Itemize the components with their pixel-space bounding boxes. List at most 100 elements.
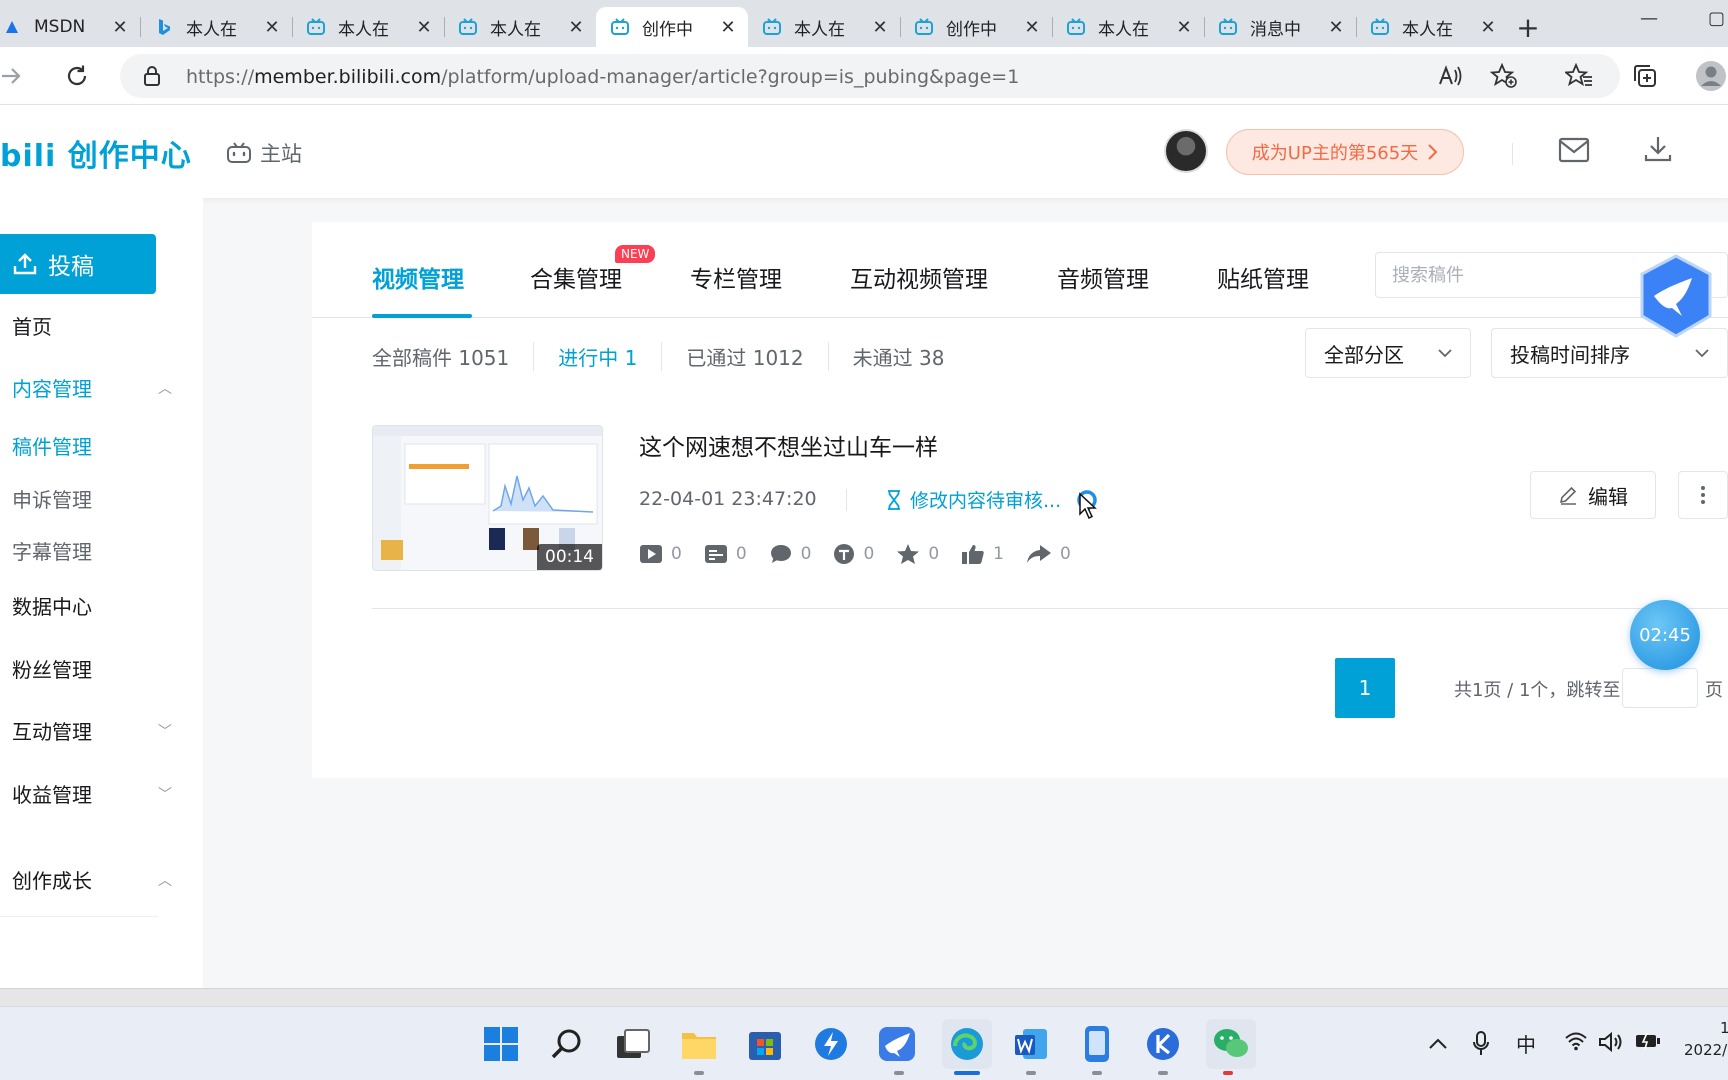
video-thumbnail[interactable]: 00:14 xyxy=(372,425,603,571)
review-status[interactable]: 修改内容待审核... xyxy=(886,486,1099,520)
browser-tab-active[interactable]: 创作中 ✕ xyxy=(596,7,748,47)
read-aloud-icon[interactable] xyxy=(1438,64,1464,88)
main-site-link[interactable]: 主站 xyxy=(226,138,302,168)
lock-icon[interactable] xyxy=(142,65,162,87)
edit-button[interactable]: 编辑 xyxy=(1530,471,1656,519)
sidebar-item-interaction[interactable]: 互动管理 ﹀ xyxy=(12,716,172,745)
video-title[interactable]: 这个网速想不想坐过山车一样 xyxy=(639,428,938,462)
volume-icon[interactable] xyxy=(1598,1031,1624,1058)
upload-button[interactable]: 投稿 xyxy=(0,234,156,294)
k-app-icon[interactable] xyxy=(1142,1023,1184,1065)
bilibili-tv-icon xyxy=(1067,18,1085,35)
maximize-icon[interactable]: ▢ xyxy=(1708,8,1725,29)
pagination-info: 共1页 / 1个，跳转至 xyxy=(1454,680,1621,701)
floating-bird-widget-icon[interactable] xyxy=(1636,254,1716,338)
zone-select[interactable]: 全部分区 xyxy=(1305,328,1471,378)
creator-center-logo[interactable]: bili 创作中心 xyxy=(0,131,192,175)
close-tab-icon[interactable]: ✕ xyxy=(414,17,434,38)
microphone-icon[interactable] xyxy=(1472,1031,1490,1062)
sidebar-item-appeals[interactable]: 申诉管理 xyxy=(12,484,172,513)
wifi-icon[interactable] xyxy=(1564,1031,1588,1056)
sidebar-item-fans[interactable]: 粉丝管理 xyxy=(12,654,172,683)
feishu-bird-icon[interactable] xyxy=(876,1023,918,1065)
browser-tab[interactable]: MSDN ✕ xyxy=(0,7,140,47)
profile-icon[interactable] xyxy=(1694,59,1728,93)
tab-collection-management[interactable]: 合集管理 xyxy=(530,260,622,294)
avatar[interactable] xyxy=(1164,129,1208,173)
reload-icon[interactable] xyxy=(60,59,94,93)
browser-tab[interactable]: 本人在 ✕ xyxy=(140,7,292,47)
tab-video-management[interactable]: 视频管理 xyxy=(372,260,464,294)
wechat-icon[interactable] xyxy=(1206,1019,1256,1069)
system-clock[interactable]: 18 2022/ xyxy=(1684,1017,1728,1061)
sidebar-item-manuscripts[interactable]: 稿件管理 xyxy=(12,431,172,460)
sidebar-item-content-management[interactable]: 内容管理 ︿ xyxy=(12,373,172,402)
bilibili-tv-icon xyxy=(763,18,781,35)
close-tab-icon[interactable]: ✕ xyxy=(1326,17,1346,38)
lightning-app-icon[interactable] xyxy=(810,1023,852,1065)
close-tab-icon[interactable]: ✕ xyxy=(870,17,890,38)
horizontal-scrollbar[interactable] xyxy=(0,988,1728,1006)
tab-sticker-management[interactable]: 贴纸管理 xyxy=(1217,260,1309,294)
sidebar-item-earnings[interactable]: 收益管理 ﹀ xyxy=(12,779,172,808)
search-icon[interactable] xyxy=(546,1023,588,1065)
browser-tab[interactable]: 本人在 ✕ xyxy=(748,7,900,47)
start-windows-icon[interactable] xyxy=(480,1023,522,1065)
ime-indicator[interactable]: 中 xyxy=(1516,1029,1536,1058)
address-bar: https://member.bilibili.com/platform/upl… xyxy=(0,47,1728,105)
header-divider xyxy=(1512,143,1513,165)
sidebar-item-subtitles[interactable]: 字幕管理 xyxy=(12,536,172,565)
download-icon[interactable] xyxy=(1643,135,1673,163)
recording-timer[interactable]: 02:45 xyxy=(1630,600,1700,670)
browser-tab[interactable]: 本人在 ✕ xyxy=(1356,7,1508,47)
task-view-icon[interactable] xyxy=(612,1023,654,1065)
close-tab-icon[interactable]: ✕ xyxy=(110,17,130,38)
sidebar-item-data-center[interactable]: 数据中心 xyxy=(12,591,172,620)
battery-icon[interactable] xyxy=(1634,1031,1662,1056)
close-tab-icon[interactable]: ✕ xyxy=(1478,17,1498,38)
filter-in-progress[interactable]: 进行中 1 xyxy=(533,342,661,371)
danmaku-icon xyxy=(704,545,727,563)
word-icon[interactable] xyxy=(1010,1023,1052,1065)
browser-tab[interactable]: 创作中 ✕ xyxy=(900,7,1052,47)
browser-tab[interactable]: 消息中 ✕ xyxy=(1204,7,1356,47)
store-icon[interactable] xyxy=(744,1023,786,1065)
favorites-icon[interactable] xyxy=(1562,59,1596,93)
browser-tab[interactable]: 本人在 ✕ xyxy=(1052,7,1204,47)
tray-expand-icon[interactable] xyxy=(1428,1031,1448,1055)
stat-favorites: 0 xyxy=(896,543,939,565)
upload-icon xyxy=(13,253,37,275)
collections-icon[interactable] xyxy=(1628,59,1662,93)
filter-rejected[interactable]: 未通过 38 xyxy=(827,342,969,371)
video-stats: 0 0 0 0 0 1 0 xyxy=(639,543,1071,565)
active-tab-underline xyxy=(372,314,472,318)
more-options-button[interactable] xyxy=(1678,471,1728,519)
file-explorer-icon[interactable] xyxy=(678,1023,720,1065)
close-tab-icon[interactable]: ✕ xyxy=(566,17,586,38)
close-tab-icon[interactable]: ✕ xyxy=(262,17,282,38)
chevron-down-icon: ﹀ xyxy=(158,786,172,803)
page-button-current[interactable]: 1 xyxy=(1335,658,1395,718)
tab-audio-management[interactable]: 音频管理 xyxy=(1057,260,1149,294)
close-tab-icon[interactable]: ✕ xyxy=(1022,17,1042,38)
url-field[interactable]: https://member.bilibili.com/platform/upl… xyxy=(120,54,1620,98)
forward-icon[interactable] xyxy=(0,59,28,93)
filter-approved[interactable]: 已通过 1012 xyxy=(661,342,827,371)
browser-tab[interactable]: 本人在 ✕ xyxy=(292,7,444,47)
up-days-badge[interactable]: 成为UP主的第565天 xyxy=(1226,129,1464,175)
tab-interactive-video-management[interactable]: 互动视频管理 xyxy=(850,260,988,294)
page-jump-input[interactable] xyxy=(1622,668,1698,708)
close-tab-icon[interactable]: ✕ xyxy=(718,17,738,38)
add-favorite-icon[interactable] xyxy=(1490,63,1518,89)
minimize-icon[interactable]: — xyxy=(1640,8,1658,29)
new-tab-button[interactable]: + xyxy=(1508,7,1548,47)
sidebar-item-creator-growth[interactable]: 创作成长 ︿ xyxy=(12,865,172,894)
browser-tab[interactable]: 本人在 ✕ xyxy=(444,7,596,47)
filter-all[interactable]: 全部稿件 1051 xyxy=(372,342,533,371)
edge-browser-icon[interactable] xyxy=(942,1019,992,1069)
tab-column-management[interactable]: 专栏管理 xyxy=(690,260,782,294)
close-tab-icon[interactable]: ✕ xyxy=(1174,17,1194,38)
sidebar-item-home[interactable]: 首页 xyxy=(12,311,172,340)
mail-icon[interactable] xyxy=(1558,137,1590,163)
phone-link-icon[interactable] xyxy=(1076,1023,1118,1065)
